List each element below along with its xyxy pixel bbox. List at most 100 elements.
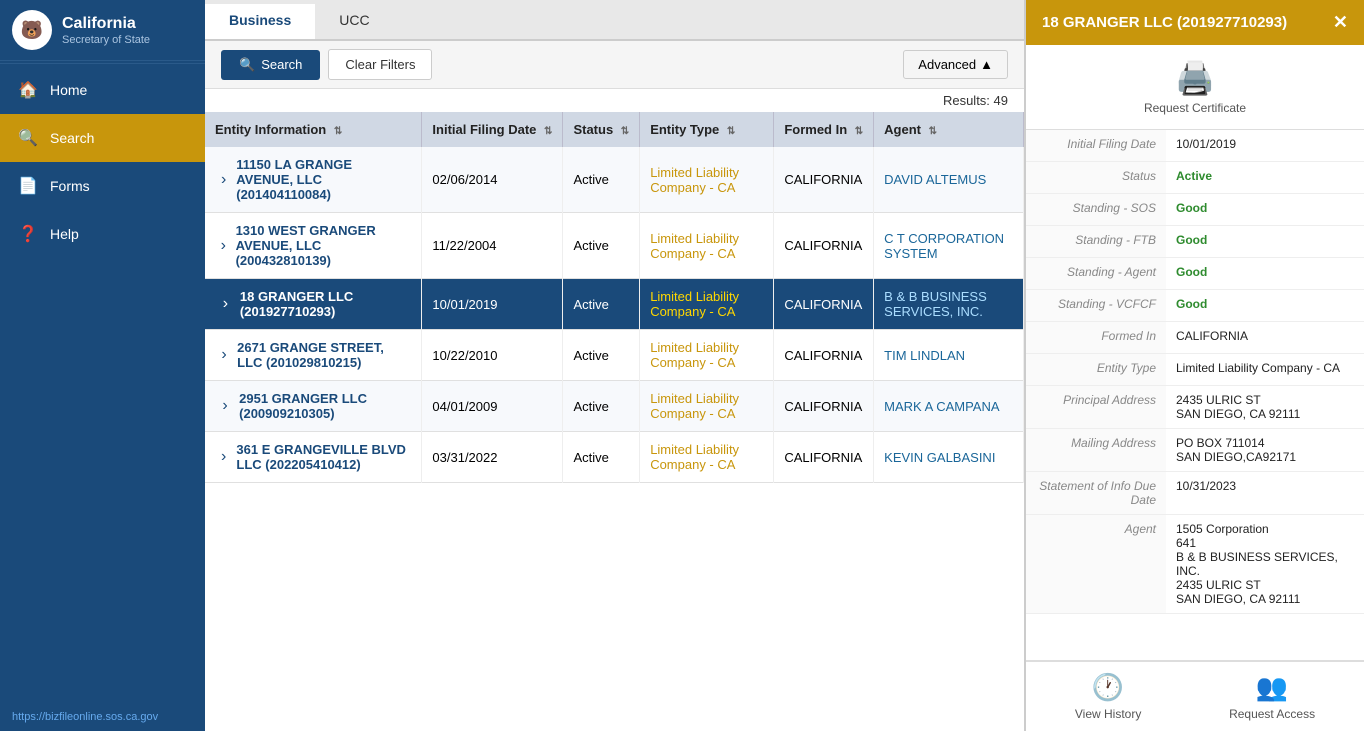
detail-value: Limited Liability Company - CA bbox=[1166, 354, 1364, 385]
close-panel-button[interactable]: ✕ bbox=[1333, 12, 1348, 33]
entity-name[interactable]: 361 E GRANGEVILLE BLVD LLC (202205410412… bbox=[236, 442, 411, 472]
url-bar: https://bizfileonline.sos.ca.gov bbox=[0, 703, 205, 731]
formed-in-cell: CALIFORNIA bbox=[774, 432, 874, 483]
row-arrow[interactable]: › bbox=[215, 346, 233, 364]
col-header-formed-in[interactable]: Formed In ⇅ bbox=[774, 112, 874, 147]
sidebar-logo: 🐻 bbox=[12, 10, 52, 50]
detail-value: Good bbox=[1166, 290, 1364, 321]
filing-date-cell: 03/31/2022 bbox=[422, 432, 563, 483]
table-row[interactable]: › 361 E GRANGEVILLE BLVD LLC (2022054104… bbox=[205, 432, 1024, 483]
users-icon: 👥 bbox=[1256, 672, 1288, 703]
table-row[interactable]: › 2671 GRANGE STREET, LLC (201029810215)… bbox=[205, 330, 1024, 381]
entity-name[interactable]: 2951 GRANGER LLC (200909210305) bbox=[239, 391, 411, 421]
row-arrow[interactable]: › bbox=[215, 448, 232, 466]
entity-type-cell: Limited Liability Company - CA bbox=[640, 213, 774, 279]
status-cell: Active bbox=[563, 432, 640, 483]
sort-icon-agent: ⇅ bbox=[929, 126, 937, 137]
entity-type-text: Limited Liability Company - CA bbox=[650, 340, 739, 370]
tab-business[interactable]: Business bbox=[205, 4, 315, 39]
detail-value: 2435 ULRIC ST SAN DIEGO, CA 92111 bbox=[1166, 386, 1364, 428]
entity-info-cell: › 2671 GRANGE STREET, LLC (201029810215) bbox=[205, 330, 422, 381]
filing-date-cell: 10/22/2010 bbox=[422, 330, 563, 381]
table-body: › 11150 LA GRANGE AVENUE, LLC (201404110… bbox=[205, 147, 1024, 483]
status-cell: Active bbox=[563, 213, 640, 279]
detail-label: Formed In bbox=[1026, 322, 1166, 353]
table-row[interactable]: › 1310 WEST GRANGER AVENUE, LLC (2004328… bbox=[205, 213, 1024, 279]
entity-name[interactable]: 1310 WEST GRANGER AVENUE, LLC (200432810… bbox=[236, 223, 412, 268]
detail-row: Principal Address2435 ULRIC ST SAN DIEGO… bbox=[1026, 386, 1364, 429]
col-header-initial-filing[interactable]: Initial Filing Date ⇅ bbox=[422, 112, 563, 147]
view-history-action[interactable]: 🕐 View History bbox=[1075, 672, 1141, 721]
detail-row: Entity TypeLimited Liability Company - C… bbox=[1026, 354, 1364, 386]
detail-label: Standing - FTB bbox=[1026, 226, 1166, 257]
formed-in-cell: CALIFORNIA bbox=[774, 381, 874, 432]
agent-cell: DAVID ALTEMUS bbox=[874, 147, 1024, 213]
request-access-action[interactable]: 👥 Request Access bbox=[1229, 672, 1315, 721]
col-header-entity-info[interactable]: Entity Information ⇅ bbox=[205, 112, 422, 147]
sidebar-item-help[interactable]: ❓ Help bbox=[0, 210, 205, 258]
sort-icon-formed: ⇅ bbox=[855, 126, 863, 137]
entity-type-text: Limited Liability Company - CA bbox=[650, 391, 739, 421]
detail-label: Initial Filing Date bbox=[1026, 130, 1166, 161]
agent-name: MARK A CAMPANA bbox=[884, 399, 999, 414]
search-button[interactable]: 🔍 Search bbox=[221, 50, 320, 80]
results-count: Results: 49 bbox=[205, 89, 1024, 112]
entity-type-cell: Limited Liability Company - CA bbox=[640, 279, 774, 330]
entity-name[interactable]: 2671 GRANGE STREET, LLC (201029810215) bbox=[237, 340, 411, 370]
col-header-status[interactable]: Status ⇅ bbox=[563, 112, 640, 147]
advanced-btn-label: Advanced bbox=[918, 57, 976, 72]
detail-row: Agent1505 Corporation 641 B & B BUSINESS… bbox=[1026, 515, 1364, 614]
table-row[interactable]: › 18 GRANGER LLC (201927710293) 10/01/20… bbox=[205, 279, 1024, 330]
sidebar: 🐻 California Secretary of State 🏠 Home 🔍… bbox=[0, 0, 205, 731]
entity-type-cell: Limited Liability Company - CA bbox=[640, 432, 774, 483]
row-arrow[interactable]: › bbox=[215, 397, 235, 415]
advanced-button[interactable]: Advanced ▲ bbox=[903, 50, 1008, 79]
table-row[interactable]: › 2951 GRANGER LLC (200909210305) 04/01/… bbox=[205, 381, 1024, 432]
detail-value: 1505 Corporation 641 B & B BUSINESS SERV… bbox=[1166, 515, 1364, 613]
formed-in-cell: CALIFORNIA bbox=[774, 279, 874, 330]
agent-cell: MARK A CAMPANA bbox=[874, 381, 1024, 432]
sidebar-item-search[interactable]: 🔍 Search bbox=[0, 114, 205, 162]
detail-row: Initial Filing Date10/01/2019 bbox=[1026, 130, 1364, 162]
forms-icon: 📄 bbox=[18, 176, 38, 196]
agent-cell: TIM LINDLAN bbox=[874, 330, 1024, 381]
panel-footer: 🕐 View History 👥 Request Access bbox=[1026, 660, 1364, 731]
entity-type-text: Limited Liability Company - CA bbox=[650, 165, 739, 195]
tab-ucc[interactable]: UCC bbox=[315, 4, 393, 39]
agent-name: TIM LINDLAN bbox=[884, 348, 965, 363]
table-row[interactable]: › 11150 LA GRANGE AVENUE, LLC (201404110… bbox=[205, 147, 1024, 213]
row-arrow[interactable]: › bbox=[215, 237, 232, 255]
detail-row: Standing - VCFCFGood bbox=[1026, 290, 1364, 322]
entity-name[interactable]: 18 GRANGER LLC (201927710293) bbox=[240, 289, 411, 319]
entity-name[interactable]: 11150 LA GRANGE AVENUE, LLC (20140411008… bbox=[236, 157, 411, 202]
sidebar-item-home[interactable]: 🏠 Home bbox=[0, 66, 205, 114]
entity-info-cell: › 11150 LA GRANGE AVENUE, LLC (201404110… bbox=[205, 147, 422, 213]
agent-cell: C T CORPORATION SYSTEM bbox=[874, 213, 1024, 279]
results-table-container: Entity Information ⇅ Initial Filing Date… bbox=[205, 112, 1024, 731]
entity-info-cell: › 2951 GRANGER LLC (200909210305) bbox=[205, 381, 422, 432]
tabs-bar: Business UCC bbox=[205, 0, 1024, 41]
row-arrow[interactable]: › bbox=[215, 171, 232, 189]
sort-icon-status: ⇅ bbox=[621, 126, 629, 137]
chevron-up-icon: ▲ bbox=[980, 57, 993, 72]
detail-row: Standing - SOSGood bbox=[1026, 194, 1364, 226]
sidebar-title: California bbox=[62, 14, 150, 33]
sidebar-header: 🐻 California Secretary of State bbox=[0, 0, 205, 61]
detail-label: Status bbox=[1026, 162, 1166, 193]
filing-date-cell: 04/01/2009 bbox=[422, 381, 563, 432]
main-content: Business UCC 🔍 Search Clear Filters Adva… bbox=[205, 0, 1024, 731]
entity-type-cell: Limited Liability Company - CA bbox=[640, 381, 774, 432]
detail-label: Entity Type bbox=[1026, 354, 1166, 385]
search-bar: 🔍 Search Clear Filters Advanced ▲ bbox=[205, 41, 1024, 89]
request-certificate-section[interactable]: 🖨️ Request Certificate bbox=[1026, 45, 1364, 130]
panel-title: 18 GRANGER LLC (201927710293) bbox=[1042, 14, 1287, 31]
clear-filters-button[interactable]: Clear Filters bbox=[328, 49, 432, 80]
col-header-entity-type[interactable]: Entity Type ⇅ bbox=[640, 112, 774, 147]
row-arrow[interactable]: › bbox=[215, 295, 236, 313]
history-icon: 🕐 bbox=[1092, 672, 1124, 703]
detail-label: Agent bbox=[1026, 515, 1166, 613]
entity-type-text: Limited Liability Company - CA bbox=[650, 289, 739, 319]
detail-value: Good bbox=[1166, 226, 1364, 257]
col-header-agent[interactable]: Agent ⇅ bbox=[874, 112, 1024, 147]
sidebar-item-forms[interactable]: 📄 Forms bbox=[0, 162, 205, 210]
